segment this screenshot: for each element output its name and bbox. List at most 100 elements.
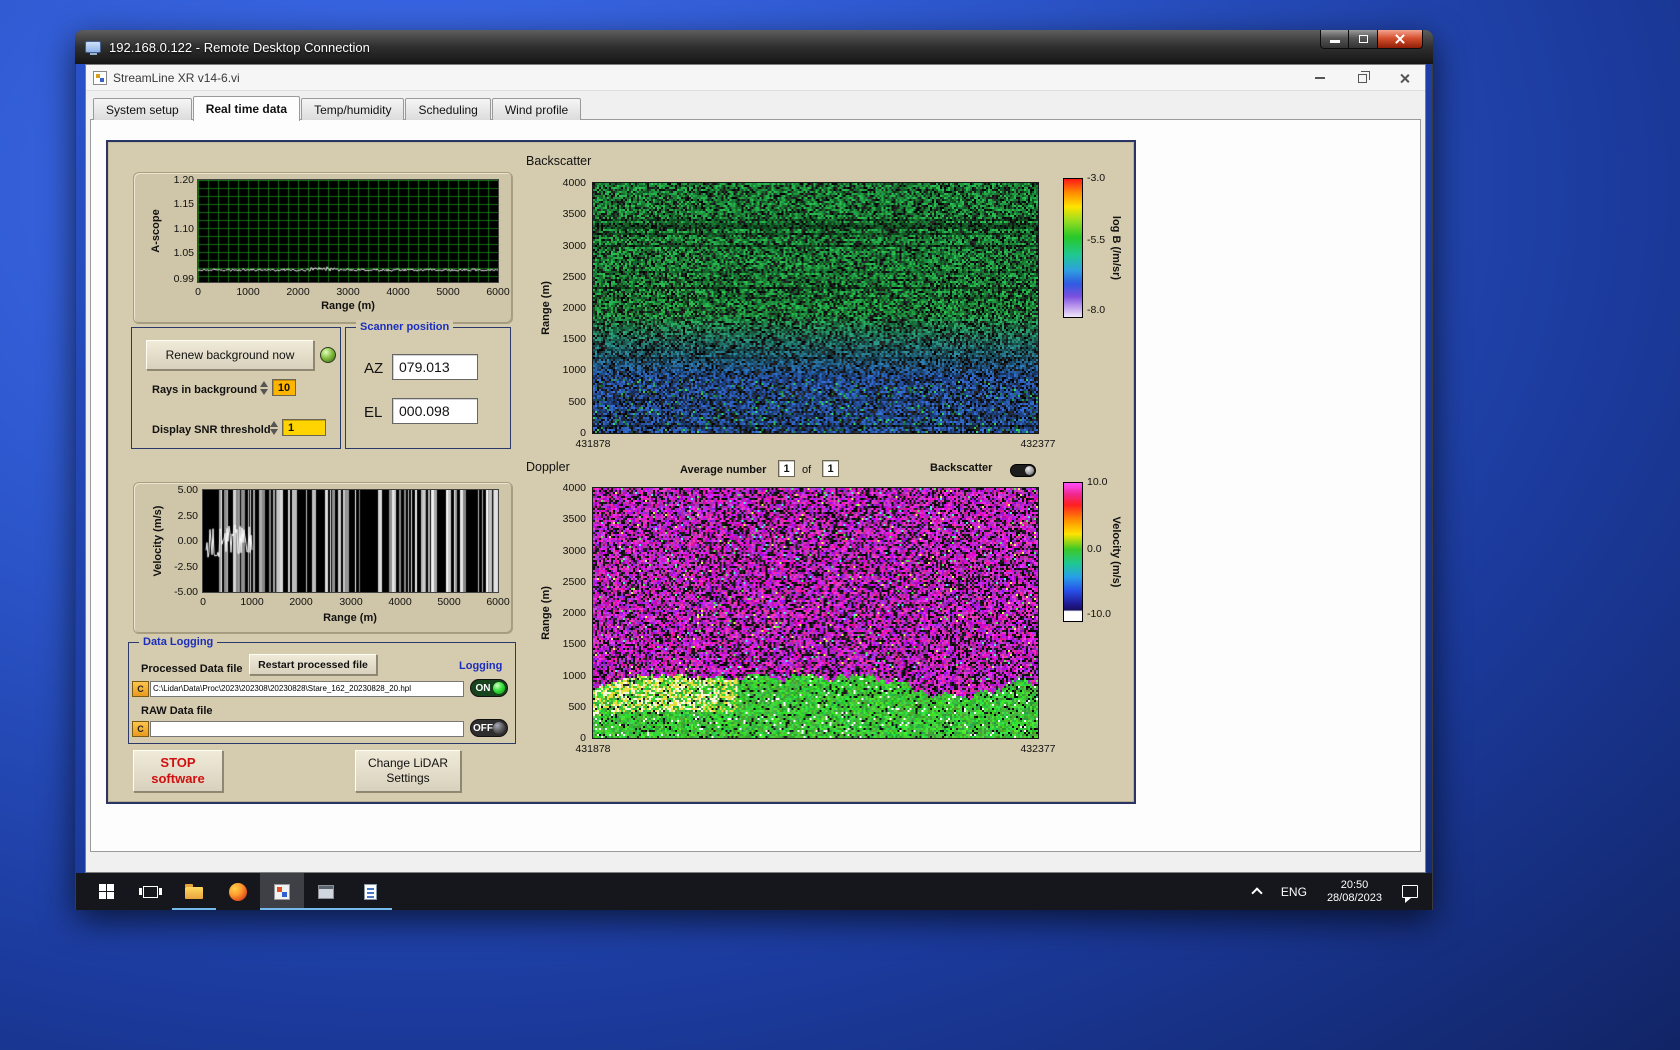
file-explorer-button[interactable] [172,873,216,910]
average-of-field[interactable]: 1 [822,460,839,477]
snr-threshold-label: Display SNR threshold [152,424,271,436]
tray-expand-button[interactable] [1243,873,1271,910]
logging-on-led-icon [493,682,505,694]
data-logging-group: Data Logging Processed Data file Restart… [128,635,516,744]
app-minimize-button[interactable] [1299,65,1341,91]
doppler-colorbar [1063,482,1083,622]
text-window-button[interactable] [348,873,392,910]
doppler-ytick: 2500 [562,576,586,588]
stop-software-button[interactable]: STOP software [133,750,223,792]
backscatter-ytick: 4000 [562,177,586,189]
processed-data-file-label: Processed Data file [141,663,243,675]
doppler-xend: 432377 [1020,743,1056,755]
rdp-minimize-button[interactable] [1320,30,1349,49]
el-label: EL [364,404,383,421]
task-view-button[interactable] [128,873,172,910]
processed-logging-toggle[interactable]: ON [470,679,508,697]
tab-scheduling[interactable]: Scheduling [405,98,491,120]
doppler-cbtick: -10.0 [1087,608,1111,620]
velocity-xtick: 6000 [486,596,510,608]
tab-system-setup[interactable]: System setup [93,98,192,120]
raw-path-drive-button[interactable]: C [132,721,149,737]
labview-app-icon [274,883,290,900]
processed-path-drive-button[interactable]: C [132,681,149,697]
scan-scheduler-icon [318,884,334,899]
renew-background-button[interactable]: Renew background now [146,340,314,370]
ascope-ytick: 1.10 [173,223,194,235]
app-title: StreamLine XR v14-6.vi [113,70,240,85]
snr-spinner[interactable] [270,420,279,436]
taskbar: ENG 20:50 28/08/2023 [76,873,1432,910]
start-button[interactable] [84,873,128,910]
rdp-maximize-button[interactable] [1349,30,1377,49]
change-lidar-settings-button[interactable]: Change LiDAR Settings [355,750,461,792]
doppler-ytick: 3500 [562,513,586,525]
doppler-colorbar-label: Velocity (m/s) [1110,516,1122,588]
raw-logging-toggle[interactable]: OFF [470,719,508,737]
average-number-field[interactable]: 1 [778,460,795,477]
tab-wind-profile[interactable]: Wind profile [491,98,582,120]
app-restore-button[interactable] [1341,65,1383,91]
tab-temp-humidity[interactable]: Temp/humidity [301,98,405,120]
rays-spinner[interactable] [260,380,269,396]
windows-logo-icon [98,884,114,899]
backscatter-display-toggle[interactable] [1010,464,1036,477]
velocity-ytick: 0.00 [177,535,198,547]
processed-path-field[interactable]: C:\Lidar\Data\Proc\2023\202308\20230828\… [150,681,464,697]
raw-path-field[interactable] [150,721,464,737]
backscatter-ytick: 1000 [562,364,586,376]
action-center-button[interactable] [1392,873,1432,910]
data-logging-title: Data Logging [139,635,218,649]
logging-label: Logging [459,660,503,672]
background-controls-group: Renew background now Rays in background … [131,327,341,449]
scan-scheduler-button[interactable] [304,873,348,910]
az-label: AZ [364,360,384,377]
restart-processed-file-button[interactable]: Restart processed file [249,654,377,675]
vi-icon [93,70,107,85]
doppler-ytick: 4000 [562,482,586,494]
clock[interactable]: 20:50 28/08/2023 [1317,873,1392,910]
logging-off-led-icon [493,722,505,734]
app-window: StreamLine XR v14-6.vi System setup Real… [85,64,1426,873]
raw-data-file-label: RAW Data file [141,705,213,717]
background-led-icon [320,347,336,363]
doppler-cbtick: 10.0 [1087,476,1108,488]
backscatter-cbtick: -3.0 [1087,172,1106,184]
backscatter-ytick: 2000 [562,302,586,314]
backscatter-ytick: 3500 [562,208,586,220]
app-titlebar[interactable]: StreamLine XR v14-6.vi [86,65,1425,91]
backscatter-xstart: 431878 [575,438,611,450]
velocity-xtick: 4000 [388,596,412,608]
backscatter-toggle-label: Backscatter [930,462,993,474]
az-value-field[interactable]: 079.013 [392,354,478,380]
minimize-icon [1329,39,1340,43]
firefox-button[interactable] [216,873,260,910]
doppler-heatmap-canvas [592,487,1039,739]
minimize-icon [1315,77,1325,79]
el-value-field[interactable]: 000.098 [392,398,478,424]
tab-real-time-data[interactable]: Real time data [192,96,301,121]
snr-value-field[interactable]: 1 [282,419,326,436]
velocity-ytick: 2.50 [177,510,198,522]
ascope-ytick: 1.15 [173,198,194,210]
ascope-ytick: 1.20 [173,174,194,186]
doppler-ytick: 1500 [562,638,586,650]
ascope-xtick: 1000 [236,286,260,298]
backscatter-colorbar-label: log B (/m/sr) [1110,215,1122,281]
firefox-icon [229,882,247,901]
language-indicator[interactable]: ENG [1271,873,1317,910]
backscatter-xend: 432377 [1020,438,1056,450]
ascope-xtick: 3000 [336,286,360,298]
rdp-close-button[interactable] [1377,30,1423,49]
rays-value-field[interactable]: 10 [272,379,296,396]
scanner-position-title: Scanner position [356,320,454,334]
ascope-xtick: 2000 [286,286,310,298]
remote-desktop: StreamLine XR v14-6.vi System setup Real… [76,64,1432,910]
rdp-titlebar[interactable]: 192.168.0.122 - Remote Desktop Connectio… [75,30,1433,64]
streamline-app-button[interactable] [260,873,304,910]
scanner-position-group: Scanner position AZ 079.013 EL 000.098 [345,320,511,449]
velocity-xlabel: Range (m) [323,612,377,624]
app-close-button[interactable] [1383,65,1425,91]
close-icon [1394,33,1406,45]
doppler-ytick: 500 [568,701,586,713]
